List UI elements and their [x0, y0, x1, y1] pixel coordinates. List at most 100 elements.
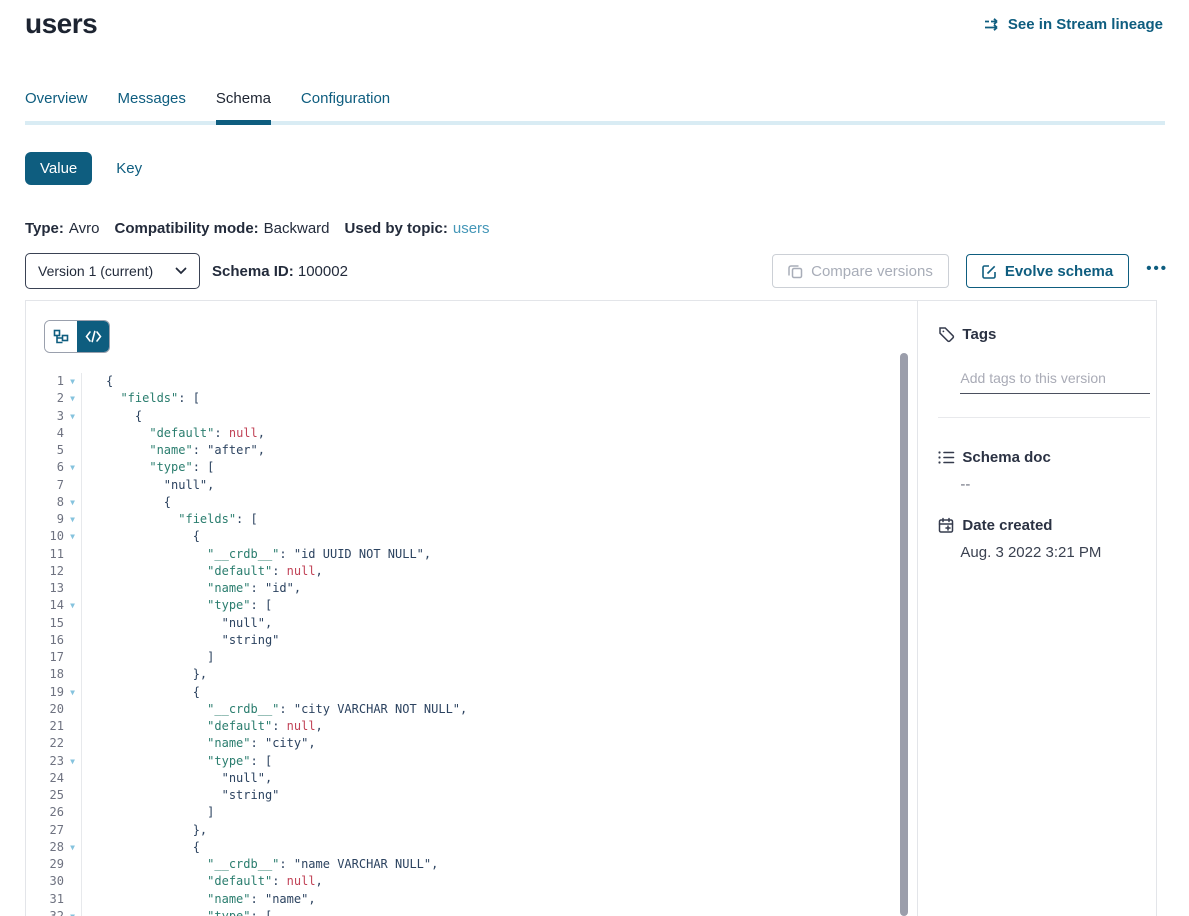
stream-lineage-label: See in Stream lineage [1008, 16, 1163, 33]
code-line[interactable]: 22 "name": "city", [26, 735, 917, 752]
tree-view-button[interactable] [45, 321, 77, 352]
fold-arrow-icon [64, 546, 81, 563]
fold-arrow-icon [64, 649, 81, 666]
code-line[interactable]: 26 ] [26, 804, 917, 821]
code-line[interactable]: 10▼ { [26, 528, 917, 545]
fold-arrow-icon[interactable]: ▼ [64, 753, 81, 770]
code-line[interactable]: 24 "null", [26, 770, 917, 787]
compare-icon [788, 264, 803, 279]
code-line[interactable]: 30 "default": null, [26, 873, 917, 890]
code-line[interactable]: 11 "__crdb__": "id UUID NOT NULL", [26, 546, 917, 563]
type-value: Avro [69, 220, 100, 237]
line-number: 2 [26, 390, 64, 407]
line-number: 18 [26, 666, 64, 683]
code-line[interactable]: 32▼ "type": [ [26, 908, 917, 916]
fold-arrow-icon[interactable]: ▼ [64, 684, 81, 701]
code-line[interactable]: 16 "string" [26, 632, 917, 649]
fold-arrow-icon [64, 718, 81, 735]
fold-arrow-icon [64, 632, 81, 649]
sidebar-divider [938, 417, 1150, 418]
fold-arrow-icon[interactable]: ▼ [64, 408, 81, 425]
key-toggle-button[interactable]: Key [116, 160, 142, 177]
line-number: 20 [26, 701, 64, 718]
code-line[interactable]: 29 "__crdb__": "name VARCHAR NULL", [26, 856, 917, 873]
fold-arrow-icon[interactable]: ▼ [64, 459, 81, 476]
fold-arrow-icon [64, 891, 81, 908]
fold-arrow-icon[interactable]: ▼ [64, 494, 81, 511]
list-icon [938, 450, 955, 465]
code-line[interactable]: 19▼ { [26, 684, 917, 701]
fold-arrow-icon [64, 787, 81, 804]
code-line[interactable]: 21 "default": null, [26, 718, 917, 735]
line-number: 17 [26, 649, 64, 666]
fold-arrow-icon[interactable]: ▼ [64, 908, 81, 916]
see-in-stream-lineage-link[interactable]: See in Stream lineage [984, 16, 1163, 33]
tab-configuration[interactable]: Configuration [301, 90, 390, 121]
code-line[interactable]: 12 "default": null, [26, 563, 917, 580]
topic-link[interactable]: users [453, 220, 490, 237]
compare-versions-label: Compare versions [811, 263, 933, 280]
fold-arrow-icon[interactable]: ▼ [64, 373, 81, 390]
line-number: 13 [26, 580, 64, 597]
value-toggle-button[interactable]: Value [25, 152, 92, 185]
version-select[interactable]: Version 1 (current) [25, 253, 200, 289]
code-line[interactable]: 20 "__crdb__": "city VARCHAR NOT NULL", [26, 701, 917, 718]
code-line[interactable]: 8▼ { [26, 494, 917, 511]
code-line[interactable]: 23▼ "type": [ [26, 753, 917, 770]
tab-overview[interactable]: Overview [25, 90, 88, 121]
line-number: 22 [26, 735, 64, 752]
compare-versions-button[interactable]: Compare versions [772, 254, 949, 288]
code-line[interactable]: 5 "name": "after", [26, 442, 917, 459]
compatibility-label: Compatibility mode: [114, 220, 258, 237]
fold-arrow-icon[interactable]: ▼ [64, 839, 81, 856]
page-title: users [25, 8, 97, 40]
editor-scrollbar[interactable] [900, 353, 908, 916]
fold-arrow-icon [64, 477, 81, 494]
code-view-icon [85, 330, 102, 343]
calendar-icon [938, 517, 955, 534]
code-line[interactable]: 15 "null", [26, 615, 917, 632]
code-line[interactable]: 1▼{ [26, 373, 917, 390]
more-actions-button[interactable]: ••• [1146, 261, 1168, 282]
code-lines[interactable]: 1▼{2▼ "fields": [3▼ {4 "default": null,5… [26, 373, 917, 916]
code-line[interactable]: 18 }, [26, 666, 917, 683]
line-number: 19 [26, 684, 64, 701]
code-line[interactable]: 17 ] [26, 649, 917, 666]
code-line[interactable]: 3▼ { [26, 408, 917, 425]
line-number: 4 [26, 425, 64, 442]
add-tags-input[interactable] [960, 370, 1150, 394]
code-view-button[interactable] [77, 321, 109, 352]
tab-messages[interactable]: Messages [118, 90, 186, 121]
code-line[interactable]: 2▼ "fields": [ [26, 390, 917, 407]
fold-arrow-icon[interactable]: ▼ [64, 390, 81, 407]
code-line[interactable]: 25 "string" [26, 787, 917, 804]
evolve-schema-label: Evolve schema [1005, 263, 1113, 280]
fold-arrow-icon [64, 580, 81, 597]
code-line[interactable]: 6▼ "type": [ [26, 459, 917, 476]
fold-arrow-icon[interactable]: ▼ [64, 511, 81, 528]
line-number: 7 [26, 477, 64, 494]
schema-doc-title: Schema doc [962, 449, 1050, 466]
line-number: 31 [26, 891, 64, 908]
code-line[interactable]: 28▼ { [26, 839, 917, 856]
evolve-schema-button[interactable]: Evolve schema [966, 254, 1129, 288]
line-number: 32 [26, 908, 64, 916]
code-line[interactable]: 4 "default": null, [26, 425, 917, 442]
code-line[interactable]: 13 "name": "id", [26, 580, 917, 597]
tree-view-icon [53, 329, 69, 345]
code-line[interactable]: 27 }, [26, 822, 917, 839]
code-line[interactable]: 31 "name": "name", [26, 891, 917, 908]
fold-arrow-icon[interactable]: ▼ [64, 597, 81, 614]
code-line[interactable]: 14▼ "type": [ [26, 597, 917, 614]
chevron-down-icon [175, 267, 187, 275]
edit-icon [982, 264, 997, 279]
used-by-topic-label: Used by topic: [345, 220, 448, 237]
line-number: 15 [26, 615, 64, 632]
type-label: Type: [25, 220, 64, 237]
code-line[interactable]: 9▼ "fields": [ [26, 511, 917, 528]
tab-schema[interactable]: Schema [216, 90, 271, 121]
line-number: 30 [26, 873, 64, 890]
fold-arrow-icon[interactable]: ▼ [64, 528, 81, 545]
code-line[interactable]: 7 "null", [26, 477, 917, 494]
line-number: 8 [26, 494, 64, 511]
